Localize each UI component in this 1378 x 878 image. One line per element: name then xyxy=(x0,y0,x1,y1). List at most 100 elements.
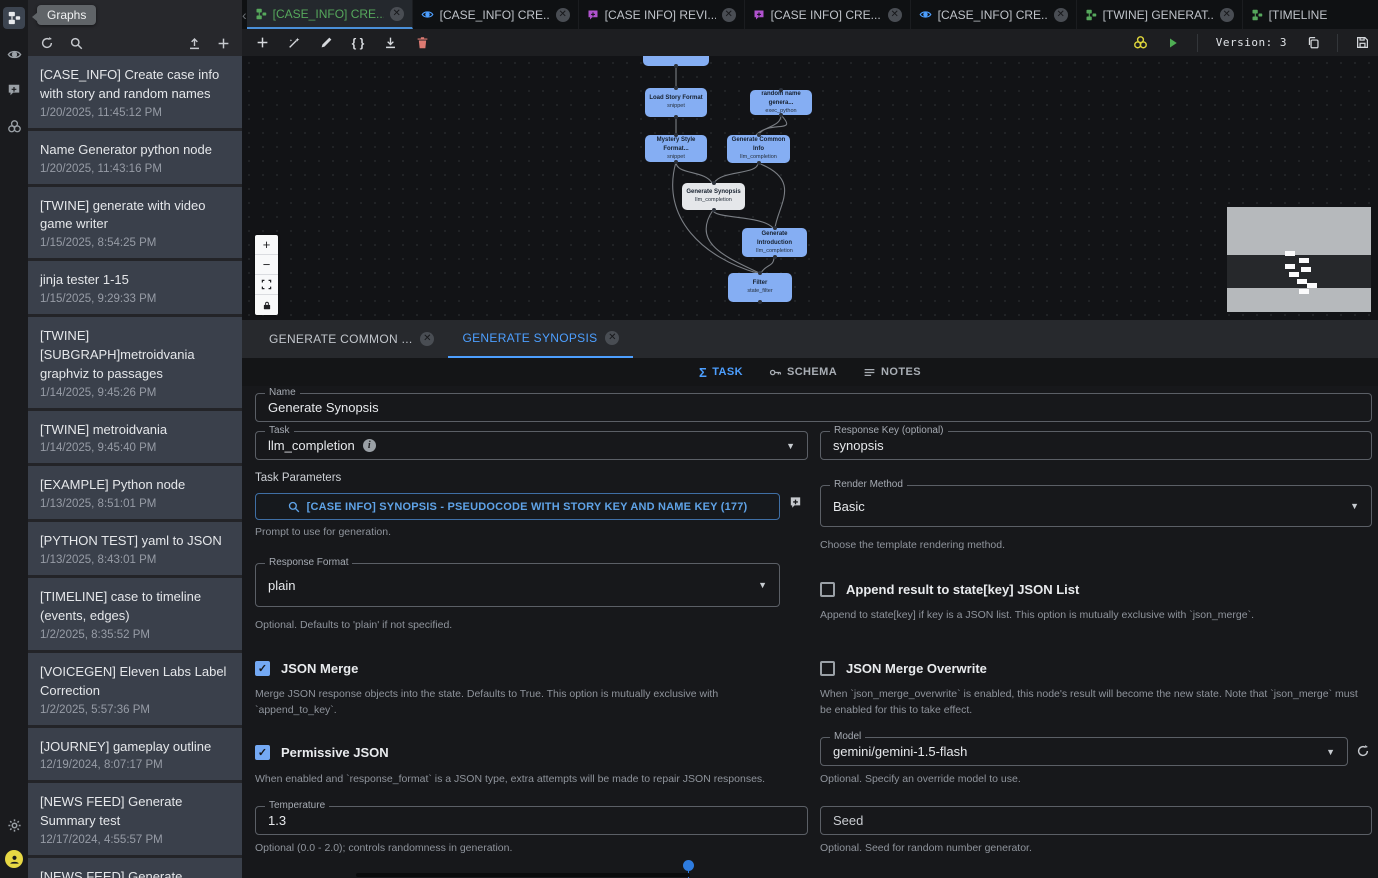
delete-trash-icon[interactable] xyxy=(406,36,438,50)
json-merge-overwrite-helper: When `json_merge_overwrite` is enabled, … xyxy=(820,687,1368,719)
horizontal-scrollbar[interactable] xyxy=(356,873,690,877)
node-tab-generate-synopsis[interactable]: GENERATE SYNOPSIS ✕ xyxy=(448,320,633,358)
account-avatar-icon[interactable] xyxy=(5,850,23,868)
task-form: Name Generate Synopsis Task llm_completi… xyxy=(242,386,1378,878)
tab-case-info-viewer[interactable]: [CASE_INFO] CRE... ✕ xyxy=(413,0,579,29)
close-tab-icon[interactable]: ✕ xyxy=(1220,8,1234,22)
download-icon[interactable] xyxy=(374,36,406,50)
copy-icon[interactable] xyxy=(1297,36,1329,49)
minimap-node xyxy=(1299,289,1309,294)
minimap[interactable] xyxy=(1227,207,1371,312)
model-select[interactable]: Model gemini/gemini-1.5-flash ▼ xyxy=(820,737,1348,766)
viewer-eye-icon[interactable] xyxy=(3,43,25,65)
list-item[interactable]: [PYTHON TEST] yaml to JSON1/13/2025, 8:4… xyxy=(28,522,242,575)
tab-label: [TIMELINE xyxy=(1269,8,1378,22)
json-merge-overwrite-checkbox[interactable]: ✓ xyxy=(820,661,835,676)
search-icon[interactable] xyxy=(70,37,83,50)
tab-schema[interactable]: SCHEMA xyxy=(769,366,837,379)
list-item[interactable]: [TWINE] generate with video game writer1… xyxy=(28,187,242,259)
edit-pencil-icon[interactable] xyxy=(310,36,342,50)
lock-icon[interactable] xyxy=(255,295,278,315)
graphs-nav-icon[interactable] xyxy=(3,7,25,29)
prompt-select-button[interactable]: [CASE INFO] SYNOPSIS - PSEUDOCODE WITH S… xyxy=(255,493,780,520)
response-format-select[interactable]: Response Format plain ▼ xyxy=(255,563,780,607)
run-knot-icon[interactable] xyxy=(1125,35,1157,50)
list-item[interactable]: jinja tester 1-151/15/2025, 9:29:33 PM xyxy=(28,261,242,314)
close-tab-icon[interactable]: ✕ xyxy=(888,8,902,22)
node-tab-generate-common[interactable]: GENERATE COMMON ... ✕ xyxy=(255,320,448,358)
graph-canvas[interactable]: state_mkey Load Story Format snippet ran… xyxy=(242,56,1378,320)
workflows-knot-icon[interactable] xyxy=(3,115,25,137)
tab-timeline[interactable]: [TIMELINE xyxy=(1243,0,1378,29)
graph-node-selected[interactable]: Generate Synopsis llm_completion xyxy=(682,183,745,210)
node-title: Generate Synopsis xyxy=(686,188,740,197)
prompts-comment-plus-icon[interactable] xyxy=(3,79,25,101)
tab-case-info-viewer-2[interactable]: [CASE_INFO] CRE... ✕ xyxy=(911,0,1077,29)
close-tab-icon[interactable]: ✕ xyxy=(556,8,570,22)
list-item[interactable]: [TWINE][SUBGRAPH]metroidvania graphviz t… xyxy=(28,317,242,408)
list-item[interactable]: [JOURNEY] gameplay outline12/19/2024, 8:… xyxy=(28,728,242,781)
add-graph-icon[interactable] xyxy=(217,37,230,50)
fit-view-icon[interactable] xyxy=(255,275,278,295)
graph-node[interactable]: Mystery Style Format... snippet xyxy=(645,135,707,162)
graph-node[interactable]: random name genera... exec_python xyxy=(750,90,812,115)
permissive-json-checkbox[interactable]: ✓ xyxy=(255,745,270,760)
json-braces-icon[interactable]: { } xyxy=(342,36,374,50)
list-item[interactable]: [EXAMPLE] Python node1/13/2025, 8:51:01 … xyxy=(28,466,242,519)
graph-node[interactable]: Filter state_filter xyxy=(728,273,792,302)
settings-gear-icon[interactable] xyxy=(3,814,25,836)
permissive-json-label: Permissive JSON xyxy=(281,745,389,760)
append-to-key-checkbox[interactable]: ✓ xyxy=(820,582,835,597)
temperature-field[interactable]: Temperature 1.3 xyxy=(255,806,808,835)
graph-node[interactable]: Generate Introduction llm_completion xyxy=(742,228,807,257)
refresh-icon[interactable] xyxy=(40,36,54,50)
upload-icon[interactable] xyxy=(188,37,201,50)
json-merge-checkbox[interactable]: ✓ xyxy=(255,661,270,676)
name-field[interactable]: Name Generate Synopsis xyxy=(255,393,1372,422)
prompt-bookmark-icon[interactable] xyxy=(788,496,803,511)
add-node-icon[interactable] xyxy=(246,36,278,50)
eye-tab-icon xyxy=(421,8,434,21)
graphs-tooltip: Graphs xyxy=(37,5,96,25)
close-tab-icon[interactable]: ✕ xyxy=(1054,8,1068,22)
graph-node[interactable]: state_mkey xyxy=(643,56,709,66)
zoom-in-icon[interactable]: + xyxy=(255,235,278,255)
model-value: gemini/gemini-1.5-flash xyxy=(833,744,967,759)
list-item[interactable]: [CASE_INFO] Create case info with story … xyxy=(28,56,242,128)
panel-resize-handle[interactable] xyxy=(683,860,694,871)
minimap-node xyxy=(1307,283,1317,288)
close-node-tab-icon[interactable]: ✕ xyxy=(605,331,619,345)
close-tab-icon[interactable]: ✕ xyxy=(390,7,404,21)
graph-node[interactable]: Load Story Format snippet xyxy=(645,88,707,117)
list-item[interactable]: [TIMELINE] case to timeline (events, edg… xyxy=(28,578,242,650)
tab-case-info-graph[interactable]: [CASE_INFO] CRE... ✕ xyxy=(247,0,413,29)
task-info-icon[interactable]: i xyxy=(363,439,376,452)
list-item[interactable]: [NEWS FEED] Generate Summary12/17/2024, … xyxy=(28,858,242,878)
zoom-out-icon[interactable]: − xyxy=(255,255,278,275)
seed-field[interactable]: Seed xyxy=(820,806,1372,835)
close-node-tab-icon[interactable]: ✕ xyxy=(420,332,434,346)
tab-case-info-create[interactable]: [CASE INFO] CRE... ✕ xyxy=(745,0,911,29)
node-task: llm_completion xyxy=(740,154,777,162)
graph-list: [CASE_INFO] Create case info with story … xyxy=(28,56,242,878)
render-method-select[interactable]: Render Method Basic ▼ xyxy=(820,485,1372,527)
list-item[interactable]: Name Generator python node1/20/2025, 11:… xyxy=(28,131,242,184)
list-item[interactable]: [VOICEGEN] Eleven Labs Label Correction1… xyxy=(28,653,242,725)
tab-task[interactable]: Σ TASK xyxy=(699,365,743,380)
play-icon[interactable] xyxy=(1157,37,1189,49)
tab-notes[interactable]: NOTES xyxy=(863,366,921,379)
json-merge-label: JSON Merge xyxy=(281,661,358,676)
close-tab-icon[interactable]: ✕ xyxy=(722,8,736,22)
list-item[interactable]: [TWINE] metroidvania1/14/2025, 9:45:40 P… xyxy=(28,411,242,464)
task-select[interactable]: Task llm_completion i ▼ xyxy=(255,431,808,460)
auto-layout-wand-icon[interactable] xyxy=(278,36,310,50)
graph-node[interactable]: Generate Common Info llm_completion xyxy=(727,135,790,163)
list-item[interactable]: [NEWS FEED] Generate Summary test12/17/2… xyxy=(28,783,242,855)
response-key-field[interactable]: Response Key (optional) synopsis xyxy=(820,431,1372,460)
node-title: Generate Introduction xyxy=(745,230,804,248)
model-refresh-icon[interactable] xyxy=(1356,744,1370,758)
item-title: [TWINE][SUBGRAPH]metroidvania graphviz t… xyxy=(40,327,230,384)
tab-case-info-review[interactable]: [CASE INFO] REVI... ✕ xyxy=(579,0,745,29)
save-icon[interactable] xyxy=(1346,36,1378,49)
tab-twine-generate[interactable]: [TWINE] GENERAT... ✕ xyxy=(1077,0,1243,29)
